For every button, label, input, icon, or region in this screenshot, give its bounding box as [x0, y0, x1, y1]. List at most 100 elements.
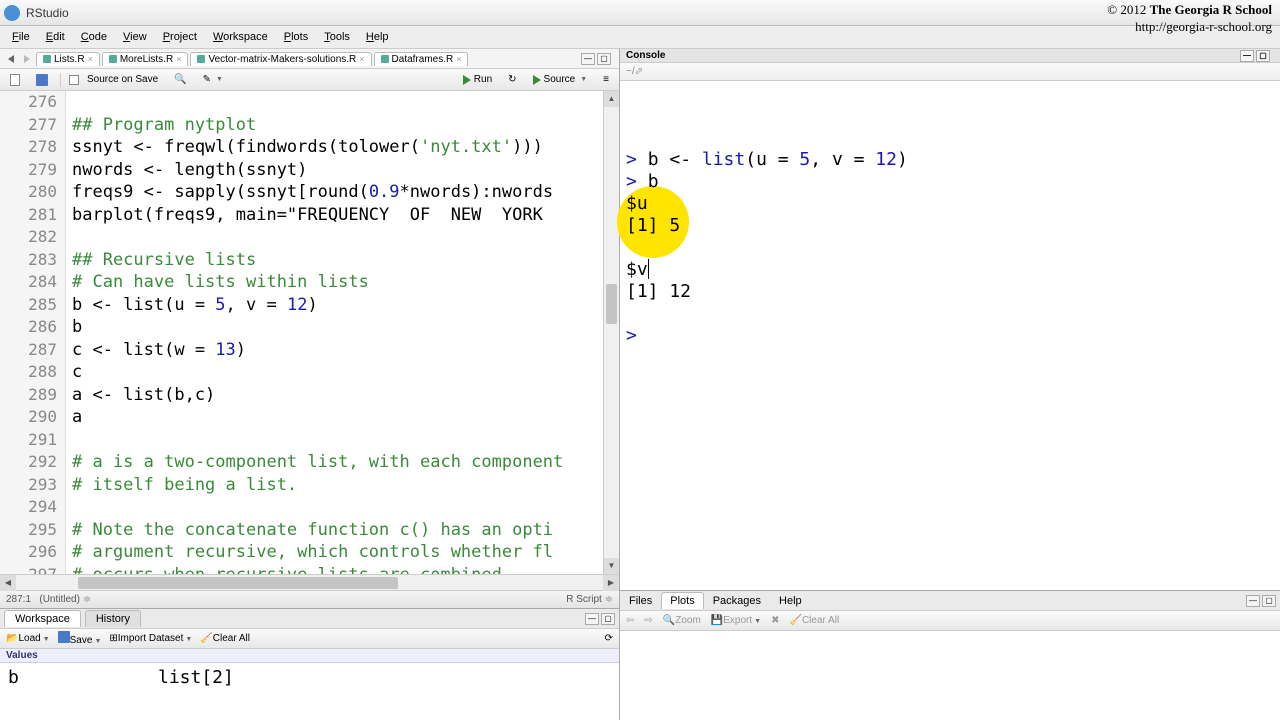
line-gutter: 2762772782792802812822832842852862872882… — [0, 91, 66, 574]
tab-history[interactable]: History — [85, 610, 141, 627]
file-icon — [43, 55, 51, 63]
close-icon[interactable]: × — [359, 54, 364, 64]
browse-icon[interactable]: ⬀ — [635, 66, 643, 77]
hscroll-thumb[interactable] — [78, 577, 398, 589]
scroll-right-icon[interactable]: ▶ — [603, 575, 619, 591]
tab-packages[interactable]: Packages — [704, 592, 770, 610]
clear-button[interactable]: 🧹Clear All — [200, 633, 250, 644]
source-button[interactable]: Source▼ — [529, 73, 592, 86]
source-on-save-checkbox[interactable] — [69, 75, 79, 85]
wand-button[interactable]: ✎▼ — [199, 73, 227, 86]
source-icon — [533, 75, 541, 85]
scroll-down-icon[interactable]: ▼ — [604, 558, 619, 574]
menu-file[interactable]: File — [4, 28, 38, 46]
zoom-button[interactable]: 🔍Zoom — [663, 615, 701, 626]
plots-toolbar: ⇦ ⇨ 🔍Zoom 💾Export▼ ✖ 🧹Clear All — [620, 611, 1280, 631]
menu-plots[interactable]: Plots — [276, 28, 316, 46]
tab-files[interactable]: Files — [620, 592, 661, 610]
editor-hscroll[interactable]: ◀ ▶ — [0, 574, 619, 590]
window-title: RStudio — [26, 6, 69, 20]
save-button[interactable]: Save▼ — [58, 631, 102, 646]
working-dir[interactable]: ~/ — [626, 66, 635, 77]
workspace-values[interactable]: b list[2] — [0, 663, 619, 720]
scroll-thumb[interactable] — [606, 284, 617, 324]
plot-prev-button[interactable]: ⇦ — [626, 615, 634, 626]
text-cursor — [648, 259, 649, 279]
close-icon[interactable]: × — [456, 54, 461, 64]
outline-button[interactable]: ≡ — [599, 73, 613, 86]
editor-vscroll[interactable]: ▲ ▼ — [603, 91, 619, 574]
cursor-position: 287:1 — [6, 594, 31, 605]
file-icon — [109, 55, 117, 63]
source-tabs: Lists.R× MoreLists.R× Vector-matrix-Make… — [0, 49, 619, 69]
menu-edit[interactable]: Edit — [38, 28, 73, 46]
file-icon — [381, 55, 389, 63]
tab-vector-matrix[interactable]: Vector-matrix-Makers-solutions.R× — [190, 52, 371, 66]
maximize-icon[interactable]: ▢ — [597, 53, 611, 65]
menu-tools[interactable]: Tools — [316, 28, 358, 46]
variable-name[interactable]: b — [8, 667, 158, 716]
console-body[interactable]: > b <- list(u = 5, v = 12)> b$u[1] 5 $v[… — [620, 81, 1280, 590]
tab-nav-back-icon[interactable] — [8, 55, 14, 63]
tab-help[interactable]: Help — [770, 592, 811, 610]
source-on-save-label: Source on Save — [87, 74, 158, 85]
save-button[interactable] — [32, 73, 52, 87]
minimize-icon[interactable]: — — [581, 53, 595, 65]
maximize-icon[interactable]: ▢ — [1256, 50, 1270, 62]
import-button[interactable]: ⊞Import Dataset▼ — [109, 633, 192, 644]
workspace-tabs: Workspace History —▢ — [0, 609, 619, 629]
find-button[interactable]: 🔍 — [170, 73, 190, 86]
plot-next-button[interactable]: ⇨ — [644, 615, 652, 626]
save-icon — [36, 74, 48, 86]
refresh-button[interactable]: ⟳ — [605, 633, 613, 644]
load-button[interactable]: 📂Load▼ — [6, 633, 50, 644]
tab-lists[interactable]: Lists.R× — [36, 52, 100, 66]
tab-plots[interactable]: Plots — [661, 592, 703, 609]
editor-statusbar: 287:1 (Untitled) ≑ R Script ≑ — [0, 590, 619, 608]
file-icon — [197, 55, 205, 63]
maximize-icon[interactable]: ▢ — [601, 613, 615, 625]
maximize-icon[interactable]: ▢ — [1262, 595, 1276, 607]
values-section-header: Values — [0, 649, 619, 663]
scroll-up-icon[interactable]: ▲ — [604, 91, 619, 107]
tab-nav-fwd-icon[interactable] — [24, 55, 30, 63]
minimize-icon[interactable]: — — [1246, 595, 1260, 607]
tab-workspace[interactable]: Workspace — [4, 610, 81, 627]
code-editor[interactable]: 2762772782792802812822832842852862872882… — [0, 91, 619, 574]
tab-morelists[interactable]: MoreLists.R× — [102, 52, 189, 66]
plot-canvas — [620, 631, 1280, 720]
save-icon — [58, 631, 70, 643]
remove-plot-button[interactable]: ✖ — [771, 615, 779, 626]
section-name[interactable]: (Untitled) — [39, 594, 80, 605]
menu-view[interactable]: View — [115, 28, 155, 46]
console-pane: Console —▢ ~/ ⬀ > b <- list(u = 5, v = 1… — [620, 49, 1280, 590]
menu-project[interactable]: Project — [155, 28, 205, 46]
plots-tabs: Files Plots Packages Help —▢ — [620, 591, 1280, 611]
close-icon[interactable]: × — [176, 54, 181, 64]
console-path-bar: ~/ ⬀ — [620, 63, 1280, 81]
popout-button[interactable] — [6, 73, 24, 87]
minimize-icon[interactable]: — — [1240, 50, 1254, 62]
menu-code[interactable]: Code — [73, 28, 115, 46]
run-icon — [463, 75, 471, 85]
plots-pane: Files Plots Packages Help —▢ ⇦ ⇨ 🔍Zoom 💾… — [620, 590, 1280, 720]
close-icon[interactable]: × — [88, 54, 93, 64]
rstudio-icon — [4, 5, 20, 21]
window-titlebar: RStudio — [0, 0, 1280, 26]
rerun-button[interactable]: ↻ — [504, 73, 520, 86]
tab-dataframes[interactable]: Dataframes.R× — [374, 52, 469, 66]
minimize-icon[interactable]: — — [585, 613, 599, 625]
source-pane: Lists.R× MoreLists.R× Vector-matrix-Make… — [0, 49, 619, 608]
run-button[interactable]: Run — [459, 73, 496, 86]
menu-help[interactable]: Help — [358, 28, 397, 46]
file-type[interactable]: R Script — [566, 594, 602, 605]
scroll-left-icon[interactable]: ◀ — [0, 575, 16, 591]
clear-plots-button[interactable]: 🧹Clear All — [789, 615, 839, 626]
source-toolbar: Source on Save 🔍 ✎▼ Run ↻ Source▼ ≡ — [0, 69, 619, 91]
menu-workspace[interactable]: Workspace — [205, 28, 276, 46]
variable-value: list[2] — [158, 667, 234, 716]
workspace-toolbar: 📂Load▼ Save▼ ⊞Import Dataset▼ 🧹Clear All… — [0, 629, 619, 649]
menubar: File Edit Code View Project Workspace Pl… — [0, 26, 1280, 49]
export-button[interactable]: 💾Export▼ — [711, 615, 761, 626]
popout-icon — [10, 74, 20, 86]
